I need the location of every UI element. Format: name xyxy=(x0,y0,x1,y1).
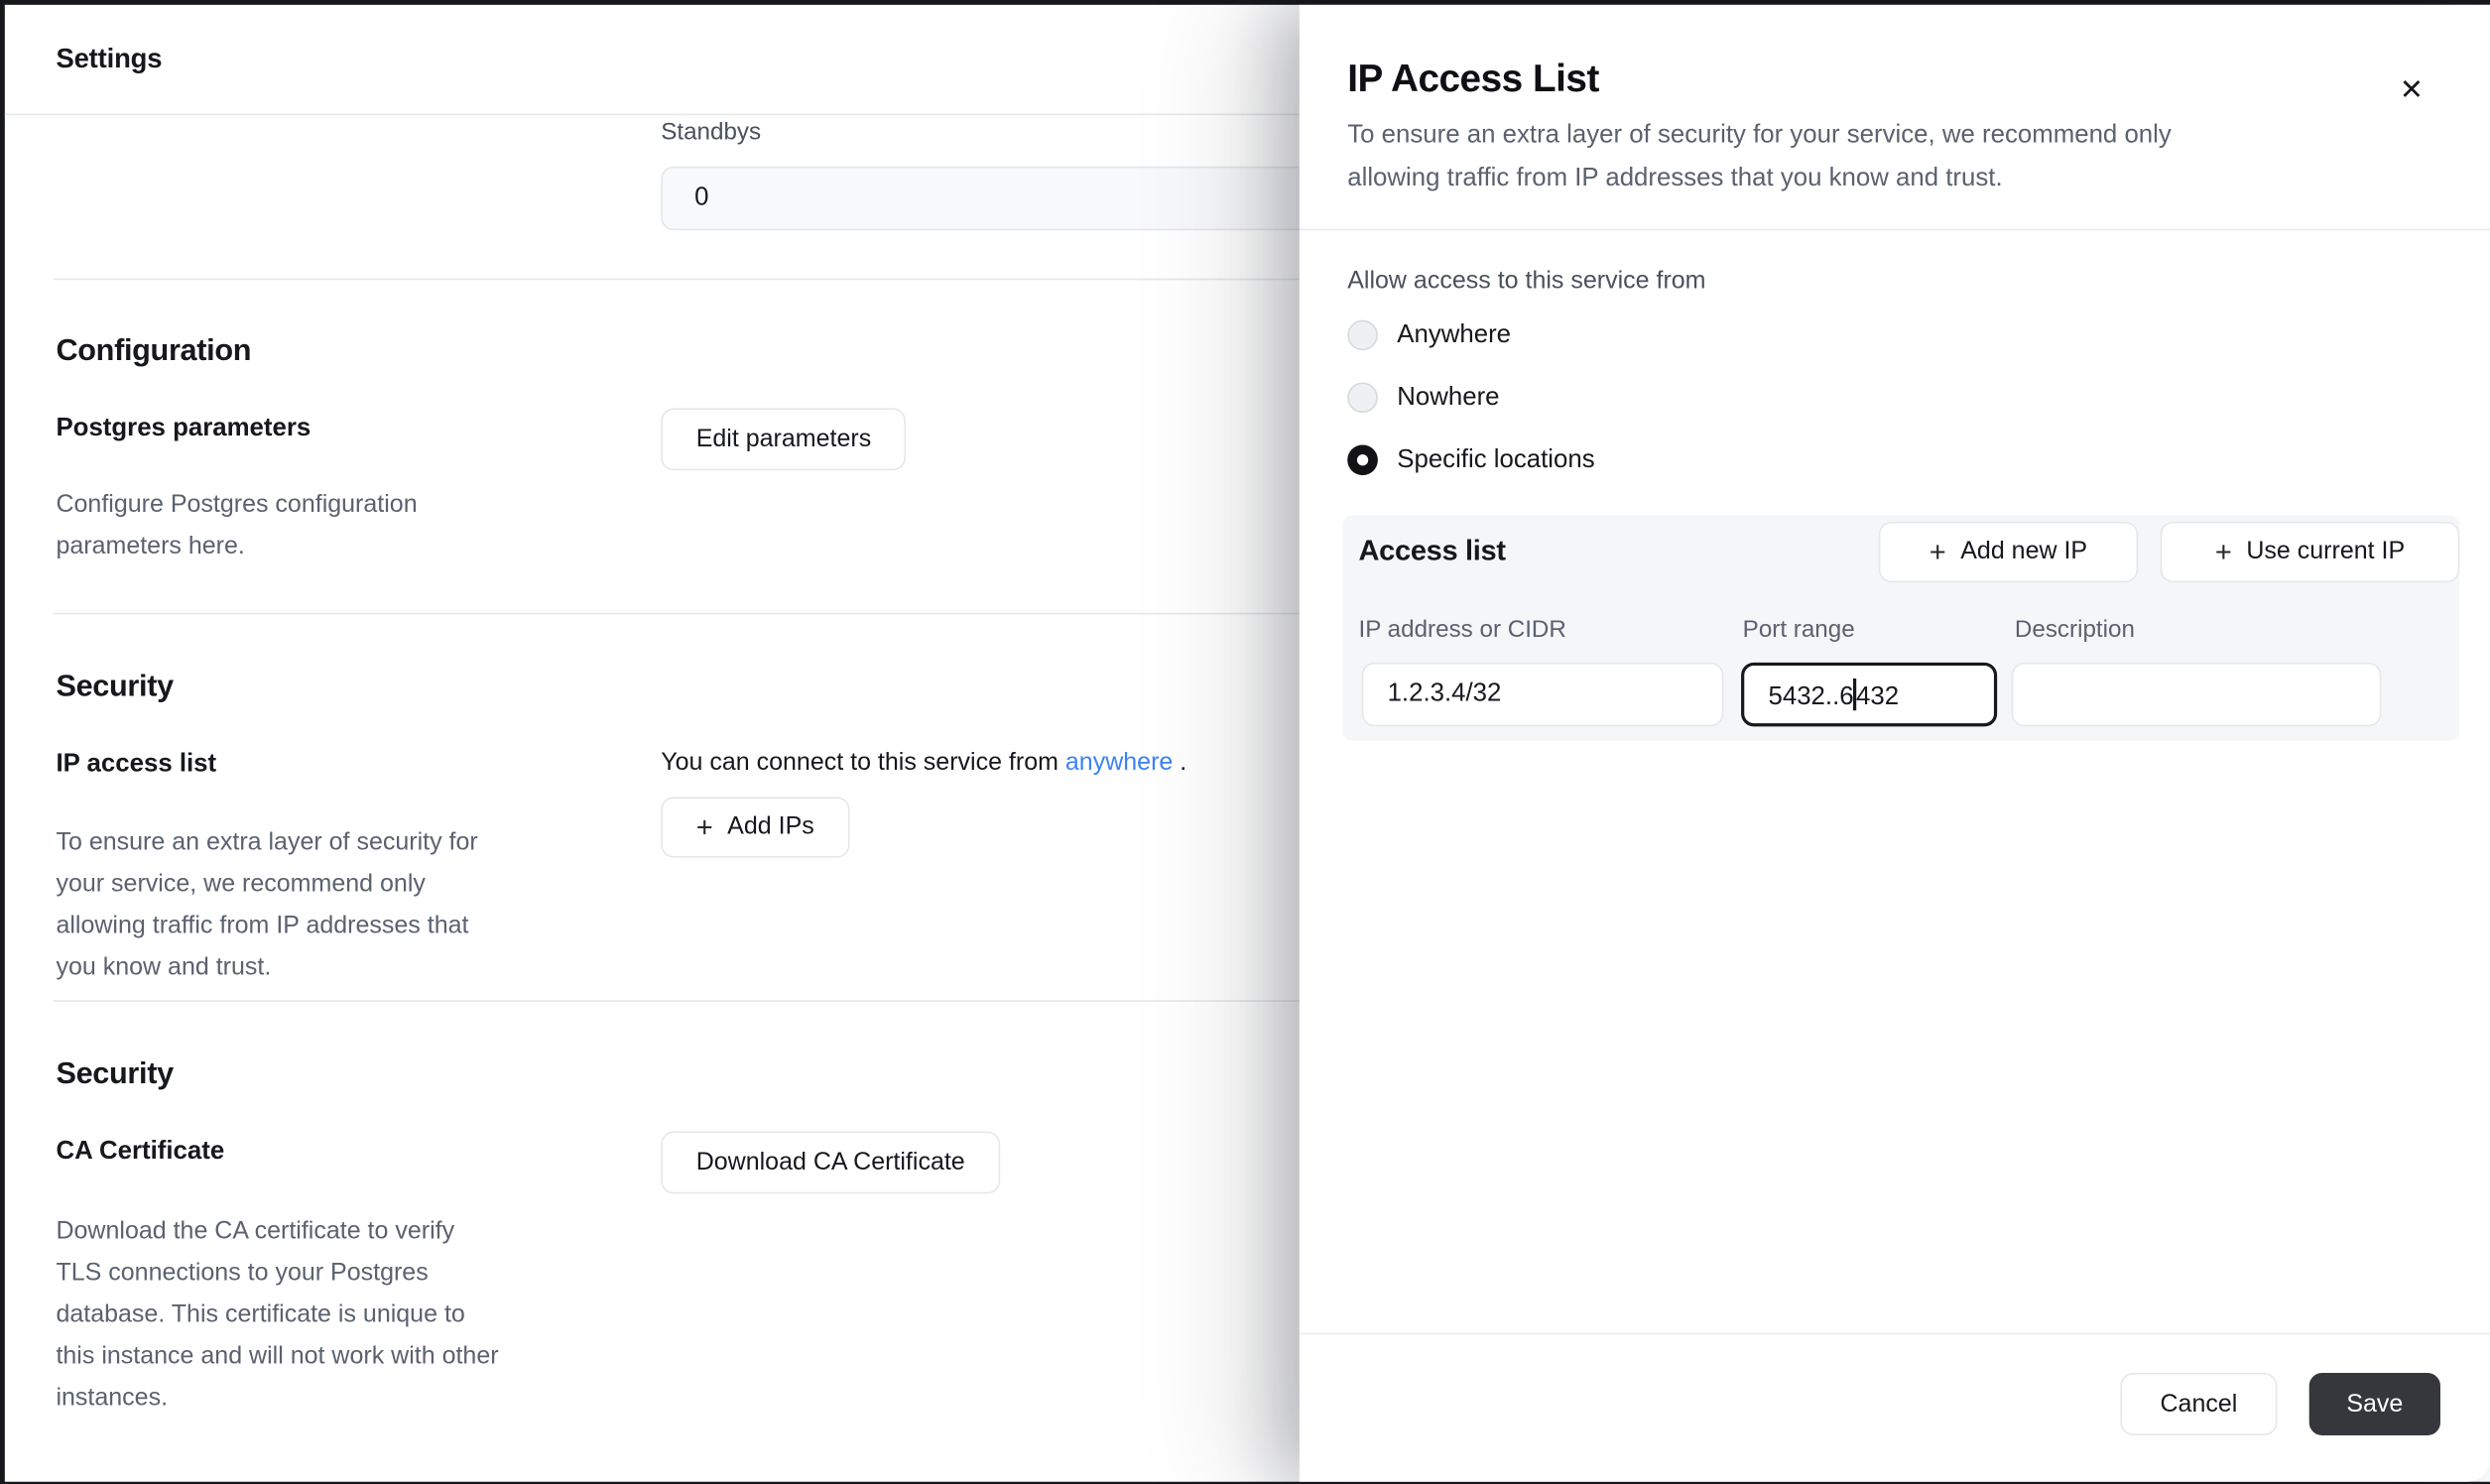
radio-selected-icon xyxy=(1347,444,1378,475)
radio-anywhere[interactable]: Anywhere xyxy=(1347,320,1511,351)
postgres-parameters-label: Postgres parameters xyxy=(56,415,311,443)
ip-access-list-drawer: IP Access List ✕ To ensure an extra laye… xyxy=(1300,5,2490,1482)
plus-icon: + xyxy=(1930,538,1946,566)
add-new-ip-button[interactable]: + Add new IP xyxy=(1879,522,2138,582)
allow-access-label: Allow access to this service from xyxy=(1347,267,1705,296)
drawer-title: IP Access List xyxy=(1347,58,1599,102)
security-heading: Security xyxy=(56,671,173,705)
standbys-input[interactable]: 0 xyxy=(661,167,1333,231)
column-ip-address: IP address or CIDR xyxy=(1359,616,1566,643)
footer-divider xyxy=(1300,1333,2490,1335)
port-range-input[interactable]: 5432..6432 xyxy=(1741,663,1997,727)
drawer-divider xyxy=(1300,229,2490,231)
cancel-button[interactable]: Cancel xyxy=(2120,1373,2277,1435)
radio-specific-locations[interactable]: Specific locations xyxy=(1347,444,1594,475)
configuration-heading: Configuration xyxy=(56,334,251,369)
ca-certificate-description: Download the CA certificate to verify TL… xyxy=(56,1211,632,1420)
use-current-ip-button[interactable]: + Use current IP xyxy=(2161,522,2460,582)
ca-certificate-label: CA Certificate xyxy=(56,1138,224,1167)
stage: Settings Standbys 0 Configuration Postgr… xyxy=(0,0,2490,1484)
anywhere-link[interactable]: anywhere xyxy=(1065,749,1173,776)
ip-access-list-label: IP access list xyxy=(56,751,216,780)
description-input[interactable] xyxy=(2012,663,2382,727)
ip-access-list-description: To ensure an extra layer of security for… xyxy=(56,822,599,989)
access-list-heading: Access list xyxy=(1359,535,1506,568)
plus-icon: + xyxy=(2215,538,2232,566)
access-list-panel: Access list + Add new IP + Use current I… xyxy=(1342,515,2459,740)
close-icon[interactable]: ✕ xyxy=(2388,65,2435,113)
port-range-value: 5432..6432 xyxy=(1768,678,1899,711)
radio-nowhere[interactable]: Nowhere xyxy=(1347,383,1499,414)
standbys-value: 0 xyxy=(694,185,708,213)
save-button[interactable]: Save xyxy=(2309,1373,2440,1435)
radio-circle-icon xyxy=(1347,383,1378,414)
drawer-description: To ensure an extra layer of security for… xyxy=(1347,114,2404,200)
ip-address-value: 1.2.3.4/32 xyxy=(1388,680,1502,709)
plus-icon: + xyxy=(696,812,713,841)
ip-address-input[interactable]: 1.2.3.4/32 xyxy=(1362,663,1724,727)
connect-sentence: You can connect to this service from any… xyxy=(661,749,1186,778)
column-port-range: Port range xyxy=(1743,616,1855,643)
download-ca-certificate-button[interactable]: Download CA Certificate xyxy=(661,1131,1000,1193)
radio-circle-icon xyxy=(1347,320,1378,351)
page-title: Settings xyxy=(56,44,162,75)
security-ca-heading: Security xyxy=(56,1057,173,1092)
viewport: Settings Standbys 0 Configuration Postgr… xyxy=(0,0,2490,1484)
standbys-label: Standbys xyxy=(661,118,761,145)
add-ips-button[interactable]: + Add IPs xyxy=(661,797,849,857)
postgres-parameters-description: Configure Postgres configuration paramet… xyxy=(56,485,583,568)
edit-parameters-button[interactable]: Edit parameters xyxy=(661,408,906,470)
column-description: Description xyxy=(2015,616,2135,643)
